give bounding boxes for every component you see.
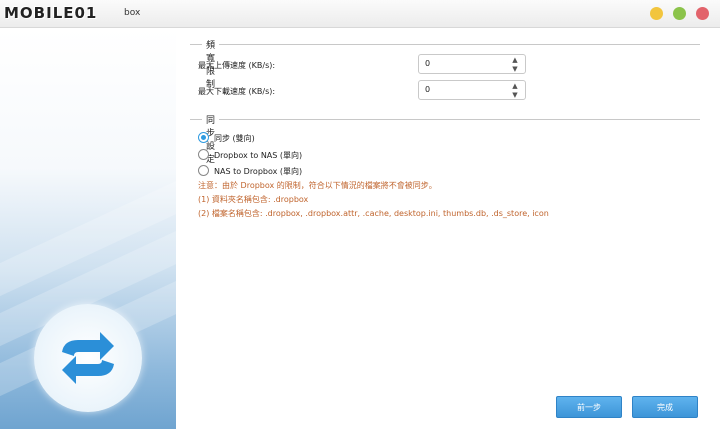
download-speed-label: 最大下載速度 (KB/s):	[198, 87, 276, 96]
download-speed-stepper[interactable]: 0 ▲ ▼	[418, 80, 526, 100]
divider	[190, 44, 700, 45]
upload-speed-stepper[interactable]: 0 ▲ ▼	[418, 54, 526, 74]
chevron-down-icon[interactable]: ▼	[511, 91, 519, 99]
sync-note-folder: (1) 資料夾名稱包含: .dropbox	[198, 195, 309, 204]
sync-note-files: (2) 檔案名稱包含: .dropbox, .dropbox.attr, .ca…	[198, 209, 549, 218]
chevron-down-icon[interactable]: ▼	[511, 65, 519, 73]
radio-label: Dropbox to NAS (單向)	[214, 151, 303, 160]
radio-button[interactable]	[198, 149, 209, 160]
radio-button[interactable]	[198, 132, 209, 143]
title-bar: MOBILE01 box	[0, 0, 720, 28]
chevron-up-icon[interactable]: ▲	[511, 82, 519, 90]
finish-button[interactable]: 完成	[632, 396, 698, 418]
chevron-up-icon[interactable]: ▲	[511, 56, 519, 64]
radio-label: NAS to Dropbox (單向)	[214, 167, 303, 176]
main-content: 頻寬限制 最大上傳速度 (KB/s): 0 ▲ ▼ 最大下載速度 (KB/s):…	[176, 28, 720, 429]
radio-label: 同步 (雙向)	[214, 134, 255, 143]
maximize-button[interactable]	[673, 7, 686, 20]
divider	[190, 119, 700, 120]
sidebar-banner	[0, 28, 176, 429]
upload-speed-value: 0	[425, 59, 431, 68]
sync-note-warning: 注意：由於 Dropbox 的限制，符合以下情況的檔案將不會被同步。	[198, 181, 437, 190]
radio-button[interactable]	[198, 165, 209, 176]
upload-speed-label: 最大上傳速度 (KB/s):	[198, 61, 276, 70]
window-title: box	[124, 8, 141, 18]
sync-logo	[34, 304, 142, 412]
previous-button[interactable]: 前一步	[556, 396, 622, 418]
close-button[interactable]	[696, 7, 709, 20]
download-speed-value: 0	[425, 85, 431, 94]
mobile01-logo: MOBILE01	[4, 4, 98, 22]
minimize-button[interactable]	[650, 7, 663, 20]
sync-arrows-icon	[62, 332, 114, 384]
